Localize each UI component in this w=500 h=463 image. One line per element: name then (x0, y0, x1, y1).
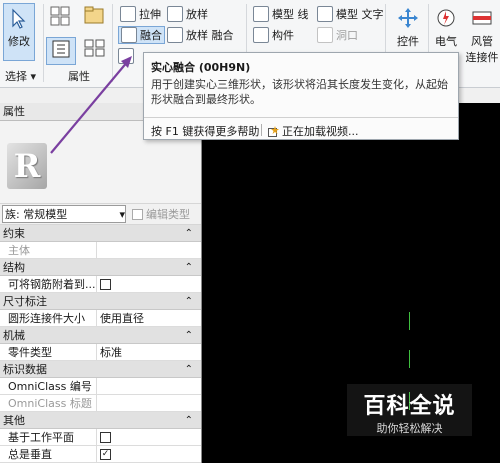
watermark-subtitle: 助你轻松解决 (376, 422, 443, 435)
tooltip-video: 正在加载视频... (268, 123, 359, 139)
watermark: 百科全说 助你轻松解决 (347, 384, 472, 436)
tooltip-description: 用于创建实心三维形状，该形状将沿其长度发生变化，从起始形状融合到最终形状。 (151, 78, 448, 106)
tooltip-title: 实心融合 (00H9N) (151, 61, 251, 74)
video-icon (268, 125, 279, 137)
tooltip-help: 按 F1 键获得更多帮助 (151, 125, 260, 138)
tooltip: 实心融合 (00H9N) 用于创建实心三维形状，该形状将沿其长度发生变化，从起始… (143, 52, 459, 140)
watermark-logo: 百科全说 (363, 394, 456, 419)
